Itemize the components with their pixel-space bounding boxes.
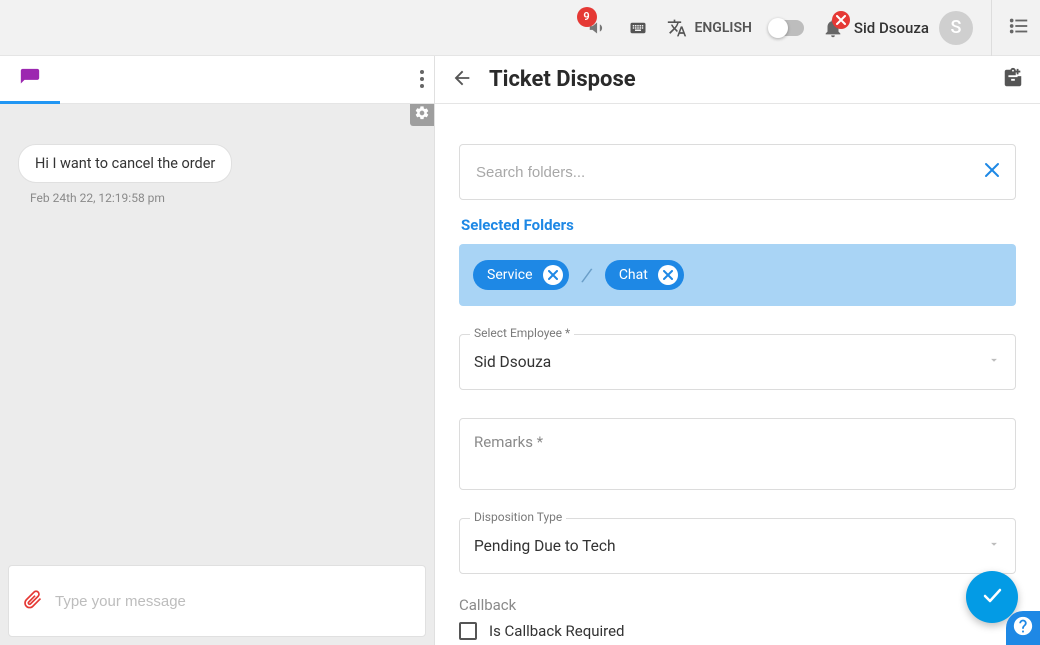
tab-menu-button[interactable] xyxy=(420,70,424,92)
user-name: Sid Dsouza xyxy=(854,19,929,37)
chat-bubble-icon xyxy=(18,67,42,89)
arrow-left-icon xyxy=(451,77,473,93)
message-input[interactable] xyxy=(53,592,413,611)
field-label: Select Employee * xyxy=(470,326,574,340)
chat-column: Hi I want to cancel the order Feb 24th 2… xyxy=(0,56,435,645)
chat-messages: Hi I want to cancel the order Feb 24th 2… xyxy=(0,104,434,557)
chevron-down-icon xyxy=(987,353,1001,371)
close-icon xyxy=(983,160,1001,184)
help-button[interactable] xyxy=(1006,611,1040,645)
chip-remove-button[interactable] xyxy=(658,265,678,285)
folder-chip-chat[interactable]: Chat xyxy=(605,260,684,290)
note-add-icon xyxy=(1002,77,1024,93)
list-icon xyxy=(1008,15,1030,41)
employee-value: Sid Dsouza xyxy=(474,353,987,371)
kebab-icon xyxy=(420,76,424,92)
panel-header: Ticket Dispose xyxy=(435,56,1040,104)
avatar[interactable]: S xyxy=(939,11,973,45)
language-label: ENGLISH xyxy=(695,20,752,36)
notifications-button[interactable] xyxy=(822,17,844,39)
dispose-panel: Ticket Dispose Selected xyxy=(435,56,1040,645)
back-button[interactable] xyxy=(451,67,473,93)
field-label: Disposition Type xyxy=(470,510,566,524)
chip-label: Chat xyxy=(619,267,648,283)
close-icon xyxy=(832,11,850,29)
tab-chat[interactable] xyxy=(0,56,60,104)
divider xyxy=(991,0,992,56)
add-note-button[interactable] xyxy=(1002,67,1024,93)
close-icon xyxy=(663,270,673,280)
translate-icon xyxy=(667,18,687,38)
announcements-badge: 9 xyxy=(577,7,597,27)
callback-label: Callback xyxy=(459,596,1016,614)
folder-search xyxy=(459,144,1016,200)
employee-select[interactable]: Select Employee * Sid Dsouza xyxy=(459,334,1016,390)
attach-button[interactable] xyxy=(21,587,45,615)
chip-separator: / xyxy=(580,262,594,287)
chat-tabs xyxy=(0,56,434,104)
remarks-placeholder: Remarks * xyxy=(474,433,543,451)
message-composer xyxy=(8,565,426,637)
check-icon xyxy=(980,583,1004,611)
callback-checkbox[interactable] xyxy=(459,622,477,640)
announcements-button[interactable]: 9 xyxy=(587,17,609,39)
remarks-field[interactable]: Remarks * xyxy=(459,418,1016,490)
chevron-down-icon xyxy=(987,537,1001,555)
gear-icon xyxy=(414,105,430,125)
chat-message-time: Feb 24th 22, 12:19:58 pm xyxy=(30,191,422,205)
language-button[interactable]: ENGLISH xyxy=(667,18,752,38)
toggle-icon xyxy=(770,20,804,36)
chat-settings-button[interactable] xyxy=(410,104,434,126)
paperclip-icon xyxy=(23,587,43,615)
chat-message-bubble: Hi I want to cancel the order xyxy=(18,144,232,183)
selected-folders-label: Selected Folders xyxy=(461,216,1016,234)
chip-label: Service xyxy=(487,267,533,283)
callback-row: Is Callback Required xyxy=(459,622,1016,640)
disposition-select[interactable]: Disposition Type Pending Due to Tech xyxy=(459,518,1016,574)
status-toggle[interactable] xyxy=(770,20,804,36)
keyboard-icon xyxy=(627,19,649,37)
disposition-value: Pending Due to Tech xyxy=(474,537,987,555)
close-icon xyxy=(548,270,558,280)
page-title: Ticket Dispose xyxy=(489,67,636,92)
clear-search-button[interactable] xyxy=(983,160,1001,184)
chip-remove-button[interactable] xyxy=(543,265,563,285)
top-bar: 9 ENGLISH Sid Dsouza xyxy=(0,0,1040,56)
callback-checkbox-label: Is Callback Required xyxy=(489,622,625,640)
help-icon xyxy=(1012,615,1034,641)
menu-button[interactable] xyxy=(1008,15,1030,41)
keyboard-button[interactable] xyxy=(627,19,649,37)
folder-chip-service[interactable]: Service xyxy=(473,260,569,290)
search-input[interactable] xyxy=(474,163,983,182)
avatar-initial: S xyxy=(951,17,962,38)
selected-folders-chips: Service / Chat xyxy=(459,244,1016,306)
